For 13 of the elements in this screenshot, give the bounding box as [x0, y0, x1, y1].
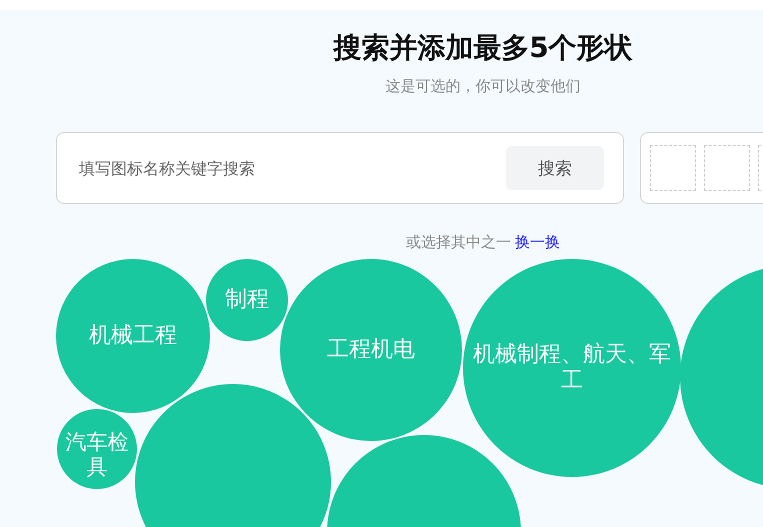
search-button[interactable]: 搜索 — [506, 146, 604, 190]
shape-bubble[interactable]: 机械制程、航天、军工 — [463, 259, 681, 477]
shape-bubble[interactable]: 制程 — [206, 259, 288, 341]
page-title: 搜索并添加最多5个形状 — [333, 30, 633, 66]
shape-bubble[interactable]: 机械工程 — [56, 259, 210, 413]
empty-shape-slot[interactable] — [650, 145, 696, 191]
empty-shape-slot[interactable] — [704, 145, 750, 191]
shuffle-link[interactable]: 换一换 — [515, 232, 560, 252]
shape-bubble[interactable]: 工程机电 — [280, 259, 462, 441]
search-field[interactable]: 填写图标名称关键字搜索 搜索 — [56, 132, 624, 204]
hint-text: 或选择其中之一 — [406, 232, 511, 252]
page-subtitle: 这是可选的，你可以改变他们 — [386, 76, 580, 96]
shape-bubble[interactable]: 汽车检具 — [57, 409, 137, 489]
